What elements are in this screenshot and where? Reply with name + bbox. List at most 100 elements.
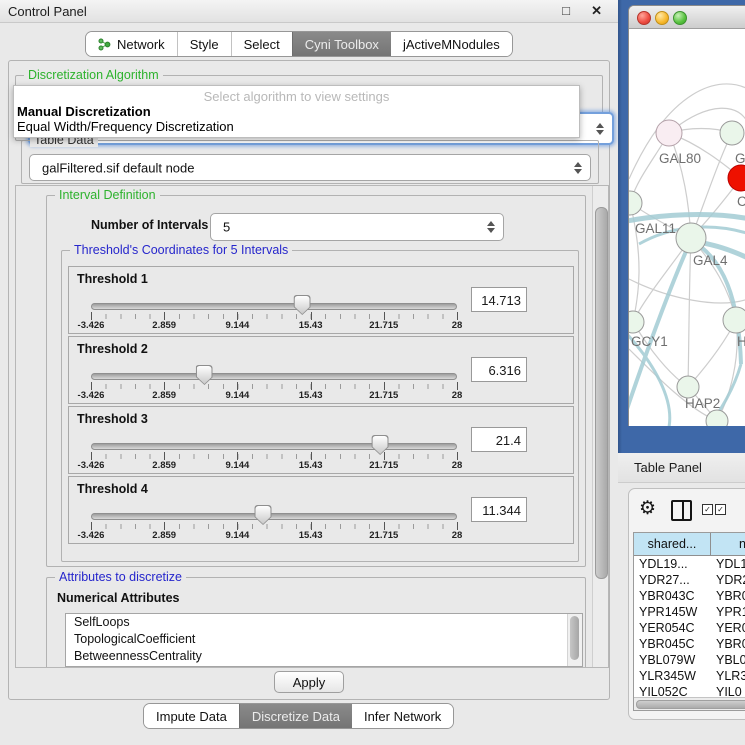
gear-icon[interactable]: ⚙ — [639, 497, 656, 520]
tick-label: 9.144 — [226, 390, 250, 401]
close-traffic-light[interactable] — [637, 11, 651, 25]
interval-definition-group: Interval Definition Number of Intervals … — [46, 195, 586, 567]
table-row[interactable]: YBR043CYBR0 — [634, 588, 745, 604]
scrollbar-thumb[interactable] — [595, 207, 608, 579]
tick-label: 2.859 — [152, 530, 176, 541]
threshold-2-value-field[interactable]: 6.316 — [471, 357, 527, 382]
threshold-label: Threshold 3 — [77, 412, 148, 426]
tick-label: 15.43 — [299, 320, 323, 331]
table-data-combobox[interactable]: galFiltered.sif default node — [29, 154, 591, 181]
slider-track[interactable] — [91, 373, 457, 380]
tick-label: 2.859 — [152, 390, 176, 401]
threshold-1-value-field[interactable]: 14.713 — [471, 287, 527, 312]
table-card: ⚙ ✓ ✓ shared... n YDL19...YDL1 YDR27...Y… — [628, 488, 745, 720]
scrollbar-thumb[interactable] — [636, 700, 745, 709]
threshold-1-panel: Threshold 1 -3.426 2.859 9.144 15.43 21.… — [68, 266, 574, 334]
network-window-titlebar[interactable] — [629, 6, 745, 29]
dropdown-option-equal-width-frequency[interactable]: Equal Width/Frequency Discretization — [17, 119, 234, 134]
table-header-row: shared... n — [634, 533, 745, 556]
table-row[interactable]: YDR27...YDR2 — [634, 572, 745, 588]
slider-track[interactable] — [91, 513, 457, 520]
group-title: Interval Definition — [55, 188, 160, 202]
numerical-attributes-list[interactable]: SelfLoops TopologicalCoefficient Between… — [65, 613, 583, 667]
table-row[interactable]: YBR045CYBR0 — [634, 636, 745, 652]
tick-label: -3.426 — [78, 390, 105, 401]
tab-select[interactable]: Select — [231, 32, 292, 56]
tab-discretize-data[interactable]: Discretize Data — [239, 704, 352, 728]
node-gcy1[interactable] — [629, 311, 644, 333]
node-label-partial: C — [737, 194, 745, 209]
table-row[interactable]: YDL19...YDL1 — [634, 556, 745, 572]
combo-value: 5 — [223, 220, 230, 235]
tab-jactivemnodules[interactable]: jActiveMNodules — [391, 32, 512, 56]
node[interactable] — [720, 121, 744, 145]
slider-thumb[interactable] — [196, 365, 213, 385]
threshold-3-value-field[interactable]: 21.4 — [471, 427, 527, 452]
attributes-group: Attributes to discretize Numerical Attri… — [46, 577, 586, 668]
list-item[interactable]: SelfLoops — [66, 614, 582, 631]
minimize-traffic-light[interactable] — [655, 11, 669, 25]
tick-label: 28 — [452, 530, 463, 541]
node-gal11[interactable] — [629, 191, 642, 215]
panel-vertical-scrollbar[interactable] — [592, 186, 608, 667]
list-item[interactable]: BetweennessCentrality — [66, 648, 582, 665]
column-header-shared-name[interactable]: shared... — [634, 533, 711, 555]
num-intervals-combobox[interactable]: 5 — [210, 213, 504, 241]
split-view-icon[interactable] — [671, 500, 692, 521]
tab-impute-data[interactable]: Impute Data — [144, 704, 239, 728]
table-row[interactable]: YBL079WYBL0 — [634, 652, 745, 668]
combo-arrows-icon — [487, 221, 494, 233]
group-title: Discretization Algorithm — [24, 68, 163, 82]
list-scrollbar[interactable] — [567, 614, 582, 666]
threshold-2-panel: Threshold 2 -3.426 2.859 9.144 15.43 21.… — [68, 336, 574, 404]
tab-network[interactable]: Network — [86, 32, 177, 56]
slider-thumb[interactable] — [372, 435, 389, 455]
network-canvas[interactable]: GAL80 GA C GAL11 GAL4 GCY1 H HAP2 — [629, 29, 745, 426]
dropdown-option-manual-discretization[interactable]: Manual Discretization — [17, 104, 151, 119]
table-row[interactable]: YPR145WYPR1 — [634, 604, 745, 620]
slider-thumb[interactable] — [255, 505, 272, 525]
node-gal4[interactable] — [676, 223, 706, 253]
threshold-2-slider[interactable]: -3.426 2.859 9.144 15.43 21.715 28 — [91, 363, 457, 401]
node-label-gal11: GAL11 — [635, 221, 676, 236]
tab-label: Infer Network — [364, 709, 441, 724]
threshold-label: Threshold 1 — [77, 272, 148, 286]
tick-label: 15.43 — [299, 460, 323, 471]
column-select-icon[interactable]: ✓ ✓ — [702, 504, 726, 515]
column-header-name[interactable]: n — [711, 533, 745, 555]
slider-thumb[interactable] — [294, 295, 311, 315]
tab-cyni-toolbox[interactable]: Cyni Toolbox — [292, 32, 391, 56]
table-horizontal-scrollbar[interactable] — [634, 697, 745, 710]
numerical-attributes-label: Numerical Attributes — [57, 591, 179, 605]
list-item[interactable]: TopologicalCoefficient — [66, 631, 582, 648]
float-window-icon[interactable]: □ — [562, 3, 570, 18]
node[interactable] — [723, 307, 745, 333]
node-gal80[interactable] — [656, 120, 682, 146]
threshold-4-value-field[interactable]: 11.344 — [471, 497, 527, 522]
tick-label: 28 — [452, 460, 463, 471]
node-hap2[interactable] — [677, 376, 699, 398]
panel-title: Control Panel — [8, 4, 87, 19]
close-icon[interactable]: ✕ — [591, 3, 602, 19]
cyni-toolbox-panel: Discretization Algorithm Table Data galF… — [8, 60, 610, 700]
threshold-1-slider[interactable]: -3.426 2.859 9.144 15.43 21.715 28 — [91, 293, 457, 331]
scrollbar-thumb[interactable] — [570, 616, 579, 660]
table-row[interactable]: YER054CYER0 — [634, 620, 745, 636]
apply-button[interactable]: Apply — [274, 671, 344, 693]
tab-style[interactable]: Style — [177, 32, 231, 56]
tab-label: Cyni Toolbox — [305, 37, 379, 52]
combo-value: galFiltered.sif default node — [42, 160, 194, 175]
table-panel-titlebar: Table Panel — [618, 453, 745, 483]
table-row[interactable]: YLR345WYLR3 — [634, 668, 745, 684]
tick-label: 21.715 — [369, 320, 398, 331]
slider-track[interactable] — [91, 303, 457, 310]
tab-infer-network[interactable]: Infer Network — [352, 704, 453, 728]
control-panel-titlebar: Control Panel □ ✕ — [0, 0, 618, 23]
slider-track[interactable] — [91, 443, 457, 450]
slider-minor-ticks — [91, 384, 458, 389]
combo-arrows-icon — [596, 123, 603, 135]
threshold-4-slider[interactable]: -3.426 2.859 9.144 15.43 21.715 28 — [91, 503, 457, 541]
threshold-3-slider[interactable]: -3.426 2.859 9.144 15.43 21.715 28 — [91, 433, 457, 471]
tick-label: 28 — [452, 320, 463, 331]
zoom-traffic-light[interactable] — [673, 11, 687, 25]
